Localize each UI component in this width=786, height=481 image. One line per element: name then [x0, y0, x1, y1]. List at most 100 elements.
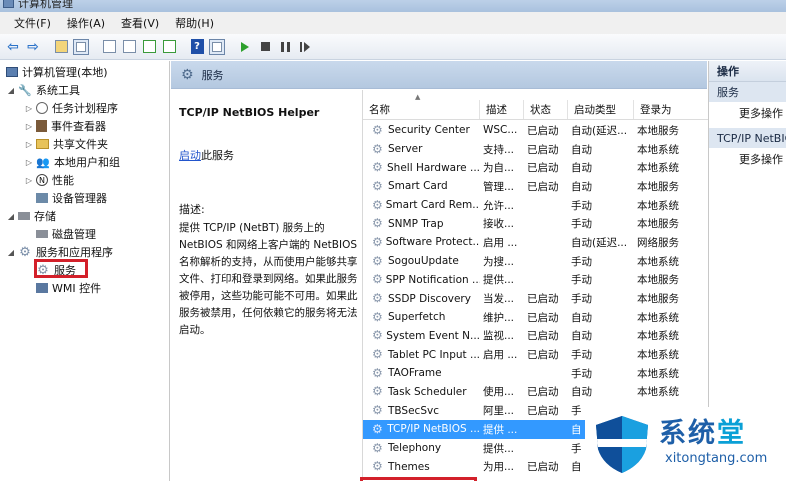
service-startup-cell: 手动 — [571, 367, 592, 380]
table-row[interactable]: ⚙ Software Protect... 启用 ... 自动(延迟... 网络服务 — [363, 233, 708, 252]
table-row[interactable]: ⚙ Shell Hardware ... 为自... 已启动 自动 本地系统 — [363, 158, 708, 177]
console-view-button[interactable] — [208, 38, 226, 56]
column-status[interactable]: 状态 — [524, 100, 568, 119]
service-status-cell: 已启动 — [527, 124, 559, 137]
menu-action[interactable]: 操作(A) — [59, 15, 113, 31]
tree-item-task-scheduler[interactable]: ▷ 任务计划程序 — [24, 99, 118, 117]
toolbar-separator — [228, 38, 234, 56]
selected-service-highlight-box — [360, 477, 477, 481]
column-name[interactable]: ▲ 名称 — [363, 93, 480, 119]
more-actions-link[interactable]: 更多操作 — [709, 148, 786, 170]
table-row[interactable]: ⚙ SPP Notification ... 提供... 手动 本地服务 — [363, 271, 708, 290]
watermark-text: 系统堂 — [659, 418, 746, 449]
service-description-cell: 当发... — [483, 293, 515, 306]
table-row[interactable]: ⚙ Superfetch 维护... 已启动 自动 本地系统 — [363, 308, 708, 327]
collapse-icon[interactable]: ◢ — [6, 248, 16, 257]
list-view-button[interactable] — [120, 38, 138, 56]
gear-icon: ⚙ — [181, 66, 194, 83]
tree-item-local-users[interactable]: ▷ 👥 本地用户和组 — [24, 153, 120, 171]
expand-icon[interactable]: ▷ — [24, 140, 34, 149]
column-log-on-as[interactable]: 登录为 — [634, 100, 708, 119]
service-logon-cell: 本地系统 — [637, 349, 679, 362]
more-actions-link[interactable]: 更多操作 — [709, 102, 786, 124]
service-logon-cell: 本地服务 — [637, 218, 679, 231]
export-button[interactable] — [160, 38, 178, 56]
table-row[interactable]: ⚙ Server 支持... 已启动 自动 本地系统 — [363, 140, 708, 159]
toolbar: ⇦ ⇨ ? — [0, 34, 786, 60]
table-row[interactable]: ⚙ Task Scheduler 使用... 已启动 自动 本地系统 — [363, 383, 708, 402]
forward-button[interactable]: ⇨ — [24, 38, 42, 56]
service-gear-icon: ⚙ — [372, 292, 383, 306]
disk-icon — [36, 230, 48, 238]
pause-service-button[interactable] — [276, 38, 294, 56]
start-service-button[interactable] — [236, 38, 254, 56]
service-startup-cell: 手动 — [571, 274, 592, 287]
window-title: 计算机管理 — [18, 0, 73, 10]
service-description-cell: 管理... — [483, 180, 515, 193]
tree-item-device-manager[interactable]: 设备管理器 — [24, 189, 107, 207]
actions-section-services[interactable]: 服务 — [709, 82, 786, 102]
service-gear-icon: ⚙ — [372, 254, 383, 268]
restart-service-button[interactable] — [296, 38, 314, 56]
properties-button[interactable] — [100, 38, 118, 56]
service-status-cell: 已启动 — [527, 293, 559, 306]
table-row[interactable]: ⚙ Tablet PC Input ... 启用 ... 已启动 手动 本地系统 — [363, 345, 708, 364]
expand-icon[interactable]: ▷ — [24, 122, 34, 131]
menu-bar: 文件(F) 操作(A) 查看(V) 帮助(H) — [0, 12, 786, 34]
tree-item-performance[interactable]: ▷ N 性能 — [24, 171, 74, 189]
tree-item-disk-management[interactable]: 磁盘管理 — [24, 225, 96, 243]
table-row[interactable]: ⚙ SSDP Discovery 当发... 已启动 手动 本地服务 — [363, 289, 708, 308]
menu-help[interactable]: 帮助(H) — [167, 15, 222, 31]
service-startup-cell: 手动 — [571, 293, 592, 306]
title-bar: 计算机管理 — [0, 0, 786, 12]
tree-item-storage[interactable]: ◢ 存储 — [6, 207, 56, 225]
table-row[interactable]: ⚙ SogouUpdate 为搜... 手动 本地系统 — [363, 252, 708, 271]
service-status-cell: 已启动 — [527, 330, 559, 343]
tree-item-event-viewer[interactable]: ▷ 事件查看器 — [24, 117, 106, 135]
service-logon-cell: 本地服务 — [637, 274, 679, 287]
restart-icon — [300, 41, 310, 52]
collapse-icon[interactable]: ◢ — [6, 212, 16, 221]
service-name-cell: ⚙ TCP/IP NetBIOS ... — [372, 422, 480, 436]
console-view-icon — [209, 38, 225, 55]
start-service-link[interactable]: 启动 — [179, 149, 201, 162]
table-row[interactable]: ⚙ Smart Card Rem... 允许... 手动 本地系统 — [363, 196, 708, 215]
column-description[interactable]: 描述 — [480, 100, 524, 119]
service-status-cell: 已启动 — [527, 162, 559, 175]
expand-icon[interactable]: ▷ — [24, 158, 34, 167]
help-button[interactable]: ? — [188, 38, 206, 56]
service-name-cell: ⚙ Themes — [372, 460, 430, 474]
back-button[interactable]: ⇦ — [4, 38, 22, 56]
service-gear-icon: ⚙ — [372, 142, 383, 156]
table-row[interactable]: ⚙ Smart Card 管理... 已启动 自动 本地服务 — [363, 177, 708, 196]
description-text: 提供 TCP/IP (NetBT) 服务上的 NetBIOS 和网络上客户端的 … — [179, 222, 358, 336]
expand-icon[interactable]: ▷ — [24, 176, 34, 185]
forward-arrow-icon: ⇨ — [27, 38, 39, 55]
wmi-icon — [36, 283, 48, 293]
menu-view[interactable]: 查看(V) — [113, 15, 167, 31]
tree-item-system-tools[interactable]: ◢ 🔧 系统工具 — [6, 81, 80, 99]
stop-service-button[interactable] — [256, 38, 274, 56]
play-icon — [241, 41, 249, 52]
menu-file[interactable]: 文件(F) — [6, 15, 59, 31]
table-row[interactable]: ⚙ Security Center WSC... 已启动 自动(延迟... 本地服务 — [363, 121, 708, 140]
column-startup-type[interactable]: 启动类型 — [568, 100, 634, 119]
tree-item-shared-folders[interactable]: ▷ 共享文件夹 — [24, 135, 108, 153]
watermark-url: xitongtang.com — [665, 451, 768, 466]
table-row[interactable]: ⚙ SNMP Trap 接收... 手动 本地服务 — [363, 214, 708, 233]
show-tree-button[interactable] — [72, 38, 90, 56]
up-level-button[interactable] — [52, 38, 70, 56]
service-status-cell: 已启动 — [527, 311, 559, 324]
table-row[interactable]: ⚙ TAOFrame 手动 本地系统 — [363, 364, 708, 383]
event-viewer-icon — [36, 120, 47, 132]
tree-item-root[interactable]: 计算机管理(本地) — [4, 63, 108, 81]
refresh-button[interactable] — [140, 38, 158, 56]
service-logon-cell: 本地系统 — [637, 162, 679, 175]
tree-item-wmi[interactable]: WMI 控件 — [24, 279, 101, 297]
actions-section-selected-service[interactable]: TCP/IP NetBIOS Helper — [709, 128, 786, 148]
collapse-icon[interactable]: ◢ — [6, 86, 16, 95]
table-row[interactable]: ⚙ System Event N... 监视... 已启动 自动 本地系统 — [363, 327, 708, 346]
service-status-cell: 已启动 — [527, 461, 559, 474]
service-name-cell: ⚙ Shell Hardware ... — [372, 161, 480, 175]
expand-icon[interactable]: ▷ — [24, 104, 34, 113]
